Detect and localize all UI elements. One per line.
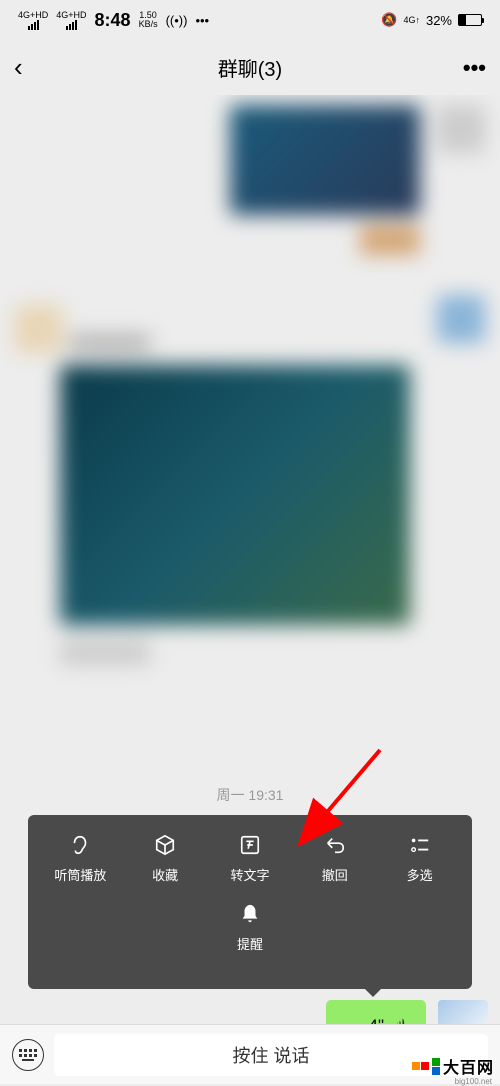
net-speed: 1.50 KB/s: [139, 11, 158, 29]
keyboard-toggle-button[interactable]: [12, 1039, 44, 1071]
net-right: 4G↑: [403, 16, 420, 25]
more-status-icon: •••: [195, 13, 209, 28]
battery-percent: 32%: [426, 13, 452, 28]
sender-avatar[interactable]: [438, 1000, 488, 1024]
hotspot-icon: ((•)): [166, 13, 188, 28]
message-context-menu: 听筒播放 收藏 转文字 撤回 多选 提醒: [28, 815, 472, 989]
menu-convert-text[interactable]: 转文字: [212, 833, 288, 884]
status-bar: 4G+HD 4G+HD 8:48 1.50 KB/s ((•)) ••• 🔕 4…: [0, 0, 500, 40]
menu-recall[interactable]: 撤回: [297, 833, 373, 884]
ear-icon: [68, 833, 92, 857]
multiselect-icon: [408, 833, 432, 857]
menu-multiselect[interactable]: 多选: [382, 833, 458, 884]
bell-icon: [238, 902, 262, 926]
voice-wave-icon: [392, 1014, 410, 1024]
mute-icon: 🔕: [381, 12, 397, 28]
signal-1: 4G+HD: [18, 11, 48, 30]
battery-icon: [458, 14, 482, 26]
clock: 8:48: [95, 10, 131, 31]
undo-icon: [323, 833, 347, 857]
menu-favorite[interactable]: 收藏: [127, 833, 203, 884]
watermark: 大百网 big100.net: [412, 1054, 494, 1078]
chat-area[interactable]: 周一 19:31 听筒播放 收藏 转文字 撤回 多选: [0, 95, 500, 1024]
chat-header: ‹ 群聊(3) •••: [0, 40, 500, 95]
voice-duration: 4": [369, 1016, 385, 1025]
chat-title: 群聊(3): [218, 53, 282, 82]
signal-2: 4G+HD: [56, 11, 86, 30]
menu-earpiece-play[interactable]: 听筒播放: [42, 833, 118, 884]
message-timestamp: 周一 19:31: [217, 785, 284, 805]
voice-message-bubble[interactable]: 4": [326, 1000, 426, 1024]
box-icon: [153, 833, 177, 857]
more-button[interactable]: •••: [463, 55, 486, 81]
text-convert-icon: [238, 833, 262, 857]
back-button[interactable]: ‹: [14, 52, 23, 83]
menu-remind[interactable]: 提醒: [212, 902, 288, 953]
